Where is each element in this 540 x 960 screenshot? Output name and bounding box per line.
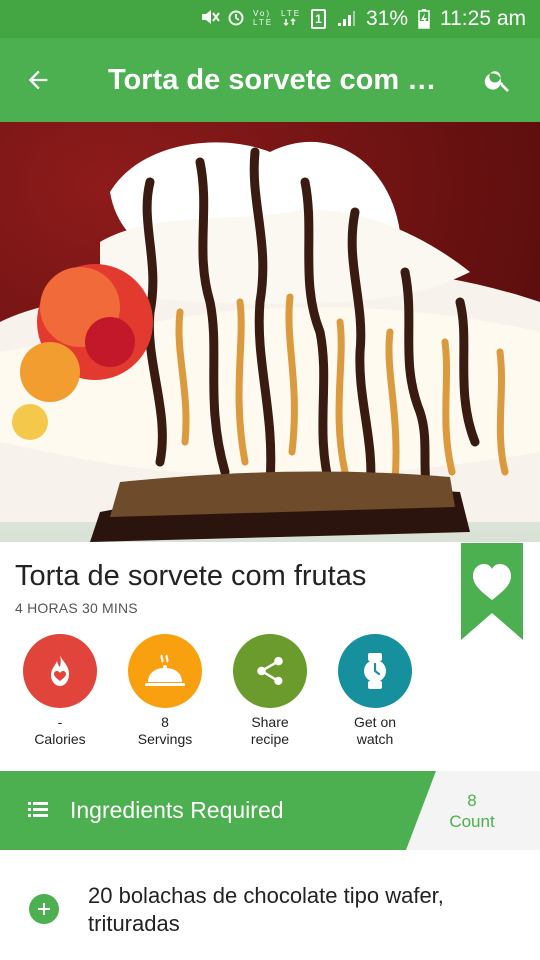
watch-icon [364, 653, 386, 689]
servings-label: Servings [137, 731, 193, 747]
servings-badge [128, 634, 202, 708]
recipe-photo-art [0, 122, 540, 542]
share-badge [233, 634, 307, 708]
back-button[interactable] [18, 58, 58, 102]
recipe-photo [0, 122, 540, 542]
ingredients-header: Ingredients Required 8 Count [0, 771, 540, 850]
ingredients-count: 8 Count [428, 790, 516, 832]
get-on-watch-action[interactable]: Get on watch [320, 634, 430, 748]
recipe-actions: - Calories 8 Servings Share recipe Get o… [0, 634, 540, 754]
share-recipe-action[interactable]: Share recipe [215, 634, 325, 748]
recipe-title: Torta de sorvete com frutas [15, 560, 367, 592]
volte-icon: Vo)LTE [253, 9, 273, 27]
status-icons: Vo) LTE LTE [200, 8, 301, 31]
list-item[interactable]: 20 bolachas de chocolate tipo wafer, tri… [0, 850, 540, 960]
bookmark-ribbon-icon [461, 543, 523, 640]
status-right: Vo) LTE LTE 1 31% 11:25 am [200, 0, 526, 38]
servings-action[interactable]: 8 Servings [110, 634, 220, 748]
search-button[interactable] [478, 60, 518, 100]
add-ingredient-button[interactable] [29, 894, 59, 924]
svg-text:Vo): Vo) [253, 9, 271, 18]
calories-value: - [57, 714, 63, 730]
calories-badge [23, 634, 97, 708]
calories-action[interactable]: - Calories [5, 634, 115, 748]
servings-value: 8 [161, 714, 169, 730]
battery-charging-icon [418, 9, 430, 29]
ingredient-text: 20 bolachas de chocolate tipo wafer, tri… [88, 883, 444, 936]
favorite-bookmark-button[interactable] [461, 543, 523, 640]
mute-icon [201, 9, 220, 24]
status-bar: Vo) LTE LTE 1 31% 11:25 am [0, 0, 540, 38]
battery-percent: 31% [365, 7, 408, 30]
svg-text:LTE: LTE [253, 18, 273, 26]
ingredients-header-label: Ingredients Required [70, 797, 284, 823]
list-icon [28, 802, 48, 817]
clock: 11:25 am [440, 7, 526, 30]
plus-icon [38, 903, 50, 915]
page-title: Torta de sorvete com fr… [108, 64, 444, 96]
sim-indicator: 1 [310, 9, 326, 29]
calories-label: Calories [34, 731, 86, 747]
share-label: Share recipe [250, 714, 290, 747]
ingredients-count-label: Count [449, 812, 495, 831]
arrow-left-icon [28, 70, 48, 90]
ingredients-count-value: 8 [467, 791, 477, 810]
recipe-duration: 4 HORAS 30 MINS [15, 600, 138, 616]
search-icon [484, 71, 509, 92]
lte-icon: LTE [281, 9, 301, 26]
watch-badge [338, 634, 412, 708]
app-bar: Torta de sorvete com fr… [0, 38, 540, 122]
calories-icon [51, 655, 69, 686]
watch-label: Get on watch [353, 714, 397, 747]
serving-dish-icon [145, 654, 185, 686]
signal-icon [337, 11, 355, 26]
alarm-icon [228, 10, 244, 25]
share-icon [257, 656, 283, 686]
svg-text:LTE: LTE [281, 9, 301, 18]
